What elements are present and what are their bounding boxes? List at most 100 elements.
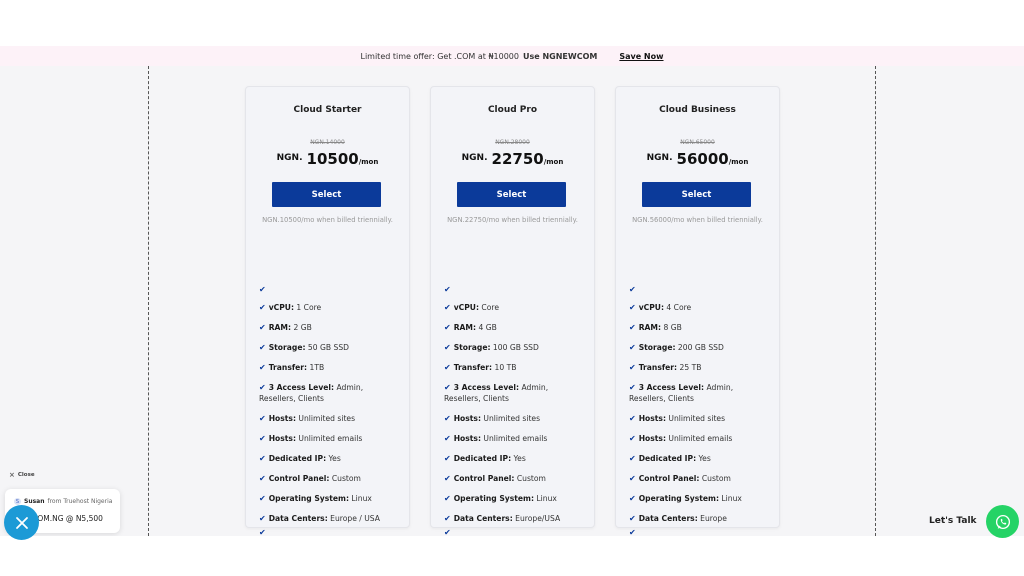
check-icon: ✔ bbox=[259, 494, 266, 503]
check-icon: ✔ bbox=[629, 343, 636, 352]
notification-close-button[interactable]: × Close bbox=[9, 471, 35, 479]
plan-price: NGN. 22750/mon bbox=[431, 149, 594, 168]
check-icon: ✔ bbox=[629, 454, 636, 463]
feature-value: Unlimited emails bbox=[665, 434, 733, 443]
page-viewport: Limited time offer: Get .COM at ₦10000 U… bbox=[0, 46, 1024, 536]
promo-code: Use NGNEWCOM bbox=[522, 51, 598, 61]
price-amount: 22750 bbox=[491, 150, 544, 168]
feature-label: vCPU: bbox=[268, 303, 294, 312]
check-icon: ✔ bbox=[629, 414, 636, 423]
feature-item: ✔ Transfer: 1TB bbox=[259, 362, 401, 373]
feature-value: 4 GB bbox=[476, 323, 497, 332]
check-icon: ✔ bbox=[444, 434, 451, 443]
old-price: NGN.28000 bbox=[495, 139, 530, 146]
feature-item: ✔ 3 Access Level: Admin, Resellers, Clien… bbox=[629, 382, 771, 404]
close-label: Close bbox=[17, 472, 35, 478]
feature-label: Storage: bbox=[268, 343, 306, 352]
feature-item: ✔ Dedicated IP: Yes bbox=[629, 453, 771, 464]
select-plan-button[interactable]: Select bbox=[457, 182, 566, 207]
price-period: /mon bbox=[728, 158, 749, 166]
feature-label: RAM: bbox=[268, 323, 292, 332]
feature-value: Custom bbox=[329, 474, 361, 483]
feature-item: ✔ Hosts: Unlimited emails bbox=[259, 433, 401, 444]
feature-label: RAM: bbox=[638, 323, 662, 332]
check-icon: ✔ bbox=[444, 414, 451, 423]
feature-value: Unlimited sites bbox=[295, 414, 356, 423]
check-icon: ✔ bbox=[444, 363, 451, 372]
feature-label: Transfer: bbox=[268, 363, 308, 372]
feature-value: Unlimited emails bbox=[295, 434, 363, 443]
promo-banner: Limited time offer: Get .COM at ₦10000 U… bbox=[0, 46, 1024, 66]
plan-card: Cloud Starter NGN.14000 NGN. 10500/mon Selec… bbox=[245, 86, 410, 536]
feature-value: 200 GB SSD bbox=[675, 343, 724, 352]
save-now-link[interactable]: Save Now bbox=[619, 52, 663, 61]
billing-note: NGN.10500/mo when billed triennially. bbox=[262, 216, 393, 224]
feature-label: 3 Access Level: bbox=[453, 383, 520, 392]
plan-name: Cloud Starter bbox=[293, 105, 362, 115]
plan-price: NGN. 56000/mon bbox=[616, 149, 779, 168]
select-plan-button[interactable]: Select bbox=[642, 182, 751, 207]
feature-value: 1 Core bbox=[294, 303, 322, 312]
check-icon: ✔ bbox=[629, 514, 636, 523]
check-icon: ✔ bbox=[444, 454, 451, 463]
select-plan-button[interactable]: Select bbox=[272, 182, 381, 207]
billing-note: NGN.56000/mo when billed triennially. bbox=[632, 216, 763, 224]
feature-label: Hosts: bbox=[638, 434, 666, 443]
feature-value: Linux bbox=[534, 494, 557, 503]
plan-card: Cloud Pro NGN.28000 NGN. 22750/mon Select NGN… bbox=[430, 86, 595, 536]
check-icon: ✔ bbox=[259, 528, 266, 536]
feature-value: 4 Core bbox=[664, 303, 692, 312]
feature-label: Storage: bbox=[638, 343, 676, 352]
feature-label: RAM: bbox=[453, 323, 477, 332]
check-icon: ✔ bbox=[259, 343, 266, 352]
feature-value: Custom bbox=[699, 474, 731, 483]
sender-name: Susan bbox=[24, 498, 45, 505]
check-icon: ✔ bbox=[444, 528, 451, 536]
check-icon: ✔ bbox=[259, 323, 266, 332]
lets-talk-label: Let's Talk bbox=[929, 516, 977, 526]
whatsapp-button[interactable] bbox=[986, 505, 1019, 538]
feature-value: 50 GB SSD bbox=[305, 343, 350, 352]
close-icon bbox=[15, 516, 28, 529]
feature-label: Control Panel: bbox=[453, 474, 515, 483]
check-icon: ✔ bbox=[629, 363, 636, 372]
billing-note: NGN.22750/mo when billed triennially. bbox=[447, 216, 578, 224]
check-icon: ✔ bbox=[444, 383, 451, 392]
feature-label: Data Centers: bbox=[268, 514, 328, 523]
feature-item: ✔ RAM: 2 GB bbox=[259, 322, 401, 333]
chat-close-button[interactable] bbox=[4, 505, 39, 540]
check-icon: ✔ bbox=[259, 434, 266, 443]
feature-label: Hosts: bbox=[268, 434, 296, 443]
check-icon: ✔ bbox=[629, 494, 636, 503]
feature-value: Yes bbox=[326, 454, 341, 463]
feature-item: ✔ Control Panel: Custom bbox=[444, 473, 586, 484]
old-price: NGN.14000 bbox=[310, 139, 345, 146]
feature-value: 100 GB SSD bbox=[490, 343, 539, 352]
feature-item: ✔ Dedicated IP: Yes bbox=[259, 453, 401, 464]
old-price: NGN.65000 bbox=[680, 139, 715, 146]
feature-value: 8 GB bbox=[661, 323, 682, 332]
feature-value: Core bbox=[479, 303, 499, 312]
feature-label: Control Panel: bbox=[638, 474, 700, 483]
feature-label: Dedicated IP: bbox=[638, 454, 697, 463]
feature-item: ✔ vCPU: 1 Core bbox=[259, 302, 401, 313]
check-icon: ✔ bbox=[629, 528, 636, 536]
feature-label: Data Centers: bbox=[638, 514, 698, 523]
feature-item: ✔ Storage: 100 GB SSD bbox=[444, 342, 586, 353]
feature-label: 3 Access Level: bbox=[268, 383, 335, 392]
feature-item: ✔ 3 Access Level: Admin, Resellers, Clien… bbox=[259, 382, 401, 404]
feature-value: Yes bbox=[511, 454, 526, 463]
feature-label: Transfer: bbox=[638, 363, 678, 372]
feature-label: Operating System: bbox=[453, 494, 535, 503]
feature-item: ✔ vCPU: 4 Core bbox=[629, 302, 771, 313]
feature-label: Dedicated IP: bbox=[453, 454, 512, 463]
feature-item: ✔ Transfer: 25 TB bbox=[629, 362, 771, 373]
price-currency: NGN. bbox=[276, 153, 303, 163]
feature-item: ✔ bbox=[259, 527, 401, 536]
feature-item: ✔ bbox=[259, 284, 401, 295]
check-icon: ✔ bbox=[444, 494, 451, 503]
check-icon: ✔ bbox=[259, 303, 266, 312]
feature-item: ✔ Data Centers: Europe / USA bbox=[259, 513, 401, 524]
feature-label: Hosts: bbox=[638, 414, 666, 423]
check-icon: ✔ bbox=[444, 343, 451, 352]
